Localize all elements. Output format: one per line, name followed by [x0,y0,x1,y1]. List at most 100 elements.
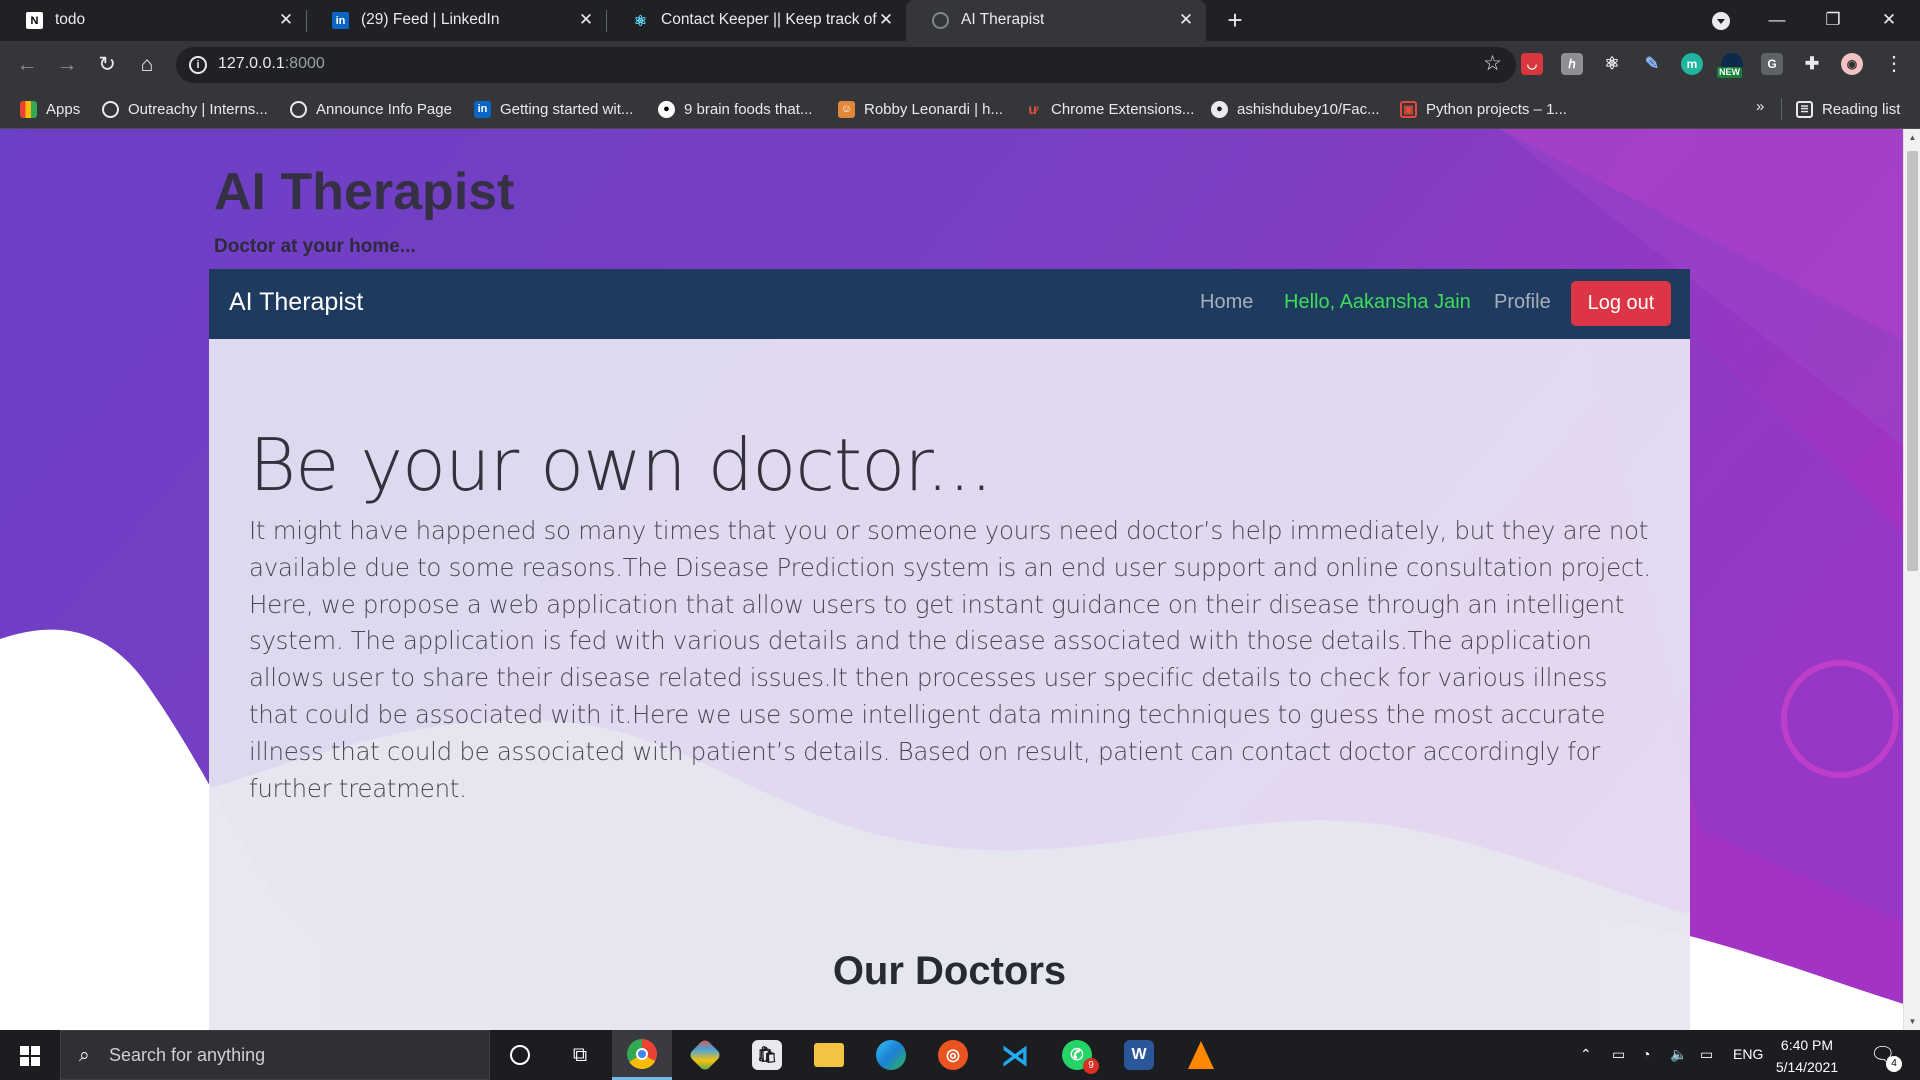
bookmark-brain-foods[interactable]: ● 9 brain foods that... [658,98,812,120]
battery-icon[interactable]: ▭ [1700,1046,1713,1063]
edge-taskbar-icon[interactable] [861,1030,921,1080]
url-host: 127.0.0.1 [218,55,285,72]
react-icon: ⚛ [633,12,648,30]
site-title: AI Therapist [214,163,515,221]
navbar-brand[interactable]: AI Therapist [229,288,363,317]
new-tab-button[interactable]: + [1221,6,1249,34]
extension-brand-icon: ư [1028,101,1039,117]
whatsapp-taskbar-icon[interactable]: ✆ 9 [1047,1030,1107,1080]
scrollbar-thumb[interactable] [1907,151,1918,571]
bookmark-outreachy[interactable]: Outreachy | Interns... [102,98,268,120]
system-clock[interactable]: 6:40 PM 5/14/2021 [1767,1034,1847,1078]
bookmark-label: ashishdubey10/Fac... [1237,100,1380,118]
wifi-icon[interactable]: ◔ [1642,1046,1650,1062]
notion-icon: N [26,12,43,29]
back-icon[interactable]: ← [13,51,41,79]
new-badge: NEW [1717,67,1742,78]
vscode-taskbar-icon[interactable]: ⋊ [985,1030,1045,1080]
menu-kebab-icon[interactable]: ⋮ [1884,53,1904,75]
avatar[interactable]: ◉ [1841,53,1863,75]
info-icon[interactable]: i [189,56,207,74]
new-extension-icon[interactable]: NEW [1717,53,1743,78]
nav-profile-link[interactable]: Profile [1494,291,1551,314]
bookmark-getting-started[interactable]: in Getting started wit... [474,98,633,120]
windows-start-icon[interactable] [0,1030,60,1080]
scroll-down-icon[interactable]: ▼ [1904,1013,1920,1030]
bookmark-label: Getting started wit... [500,100,634,118]
reading-list[interactable]: ☰ Reading list [1796,98,1900,120]
clock-time: 6:40 PM [1780,1037,1834,1053]
word-taskbar-icon[interactable]: W [1109,1030,1169,1080]
browser-tab-bar: N todo ✕ in (29) Feed | LinkedIn ✕ ⚛ Con… [0,0,1920,41]
reading-list-label: Reading list [1822,100,1901,118]
extension-icon[interactable]: ℎ [1561,53,1583,75]
chevron-up-icon[interactable]: ⌃ [1580,1046,1592,1063]
tab-ai-therapist[interactable]: AI Therapist ✕ [906,0,1206,41]
bookmark-python[interactable]: ▣ Python projects – 1... [1400,98,1567,120]
tab-contact-keeper[interactable]: ⚛ Contact Keeper || Keep track of y ✕ [606,0,906,41]
close-icon[interactable]: ✕ [1176,10,1196,30]
tab-todo[interactable]: N todo ✕ [0,0,306,41]
tab-title: (29) Feed | LinkedIn [361,11,500,28]
page-scrollbar[interactable]: ▲ ▼ [1903,129,1920,1030]
bookmark-apps[interactable]: Apps [20,98,80,120]
bookmark-chrome-extensions[interactable]: ư Chrome Extensions... [1025,98,1194,120]
url-text[interactable]: 127.0.0.1:8000 [218,55,325,73]
react-devtools-icon[interactable]: ⚛ [1601,53,1623,75]
reload-icon[interactable]: ↻ [93,51,121,79]
bookmark-label: Announce Info Page [316,100,452,118]
minimize-button[interactable]: — [1754,4,1800,36]
site-tagline: Doctor at your home... [214,236,416,257]
hero-title: Be your own doctor... [249,423,993,507]
forward-icon[interactable]: → [53,51,81,79]
window-close-button[interactable]: ✕ [1866,4,1912,36]
taskbar-search-box[interactable]: ⌕ Search for anything [60,1030,490,1080]
vlc-taskbar-icon[interactable] [1171,1030,1231,1080]
grammarly-icon[interactable]: G [1761,53,1783,75]
tab-title: todo [55,11,86,28]
bookmark-label: Apps [46,100,81,118]
address-bar[interactable]: i 127.0.0.1:8000 ☆ [176,47,1516,83]
tab-search-icon[interactable] [1712,12,1730,30]
close-icon[interactable]: ✕ [576,10,596,30]
bookmark-robby[interactable]: ☺ Robby Leonardi | h... [838,98,1003,120]
github-icon: ● [1211,100,1228,118]
meet-now-icon[interactable]: ▭ [1612,1046,1625,1063]
store-taskbar-icon[interactable]: 🛍 [737,1030,797,1080]
file-explorer-icon[interactable] [799,1030,859,1080]
pocket-extension-icon[interactable]: ◡ [1521,53,1543,75]
reading-list-icon: ☰ [1796,100,1813,118]
bookmark-label: Robby Leonardi | h... [864,100,1003,118]
clock-date: 5/14/2021 [1775,1059,1839,1075]
cortana-icon[interactable] [490,1030,550,1080]
scroll-up-icon[interactable]: ▲ [1904,129,1920,146]
whatsapp-badge: 9 [1083,1058,1099,1074]
logout-button[interactable]: Log out [1571,281,1671,326]
task-view-icon[interactable]: ⧉ [550,1030,610,1080]
search-icon: ⌕ [79,1045,90,1066]
nav-greeting-link[interactable]: Hello, Aakansha Jain [1284,291,1471,314]
ubuntu-taskbar-icon[interactable]: ◎ [923,1030,983,1080]
nav-home-link[interactable]: Home [1200,291,1253,314]
bookmark-announce[interactable]: Announce Info Page [290,98,452,120]
bookmark-star-icon[interactable]: ☆ [1483,51,1502,76]
bookmark-github[interactable]: ● ashishdubey10/Fac... [1211,98,1380,120]
character-icon: ☺ [838,100,855,118]
linkedin-icon: in [332,12,349,29]
chrome-taskbar-icon[interactable] [612,1030,672,1080]
bookmarks-overflow-icon[interactable]: » [1756,98,1764,115]
home-icon[interactable]: ⌂ [133,51,161,79]
tab-title: Contact Keeper || Keep track of y [661,11,881,28]
m-extension-icon[interactable]: m [1681,53,1703,75]
puzzle-extensions-icon[interactable]: ✚ [1801,53,1823,75]
restore-button[interactable]: ❐ [1810,4,1856,36]
pen-extension-icon[interactable]: ✎ [1641,53,1663,75]
tab-linkedin[interactable]: in (29) Feed | LinkedIn ✕ [306,0,606,41]
close-icon[interactable]: ✕ [876,10,896,30]
volume-icon[interactable]: 🔈 [1670,1046,1687,1063]
close-icon[interactable]: ✕ [276,10,296,30]
main-navbar: AI Therapist Home Hello, Aakansha Jain P… [209,269,1690,339]
language-indicator[interactable]: ENG [1733,1046,1763,1062]
git-taskbar-icon[interactable] [675,1030,735,1080]
windows-taskbar: ⌕ Search for anything ⧉ 🛍 ◎ ⋊ ✆ 9 W ⌃ ▭ … [0,1030,1920,1080]
